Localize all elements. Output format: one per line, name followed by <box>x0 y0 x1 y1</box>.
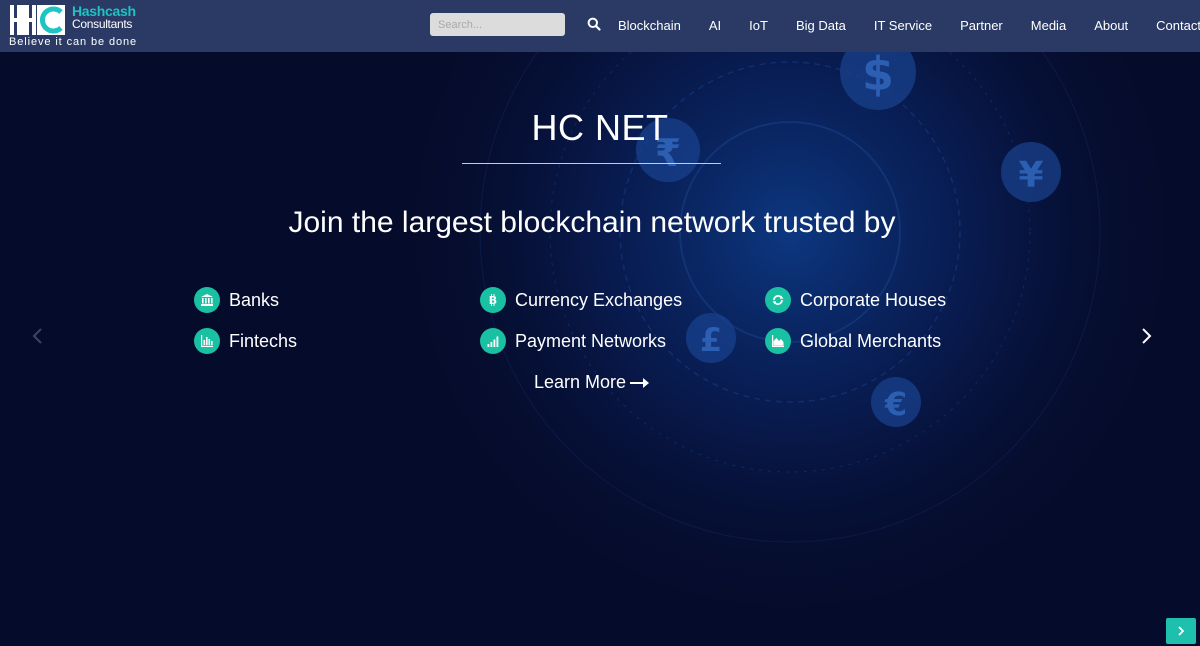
chat-toggle-button[interactable] <box>1166 618 1196 644</box>
nav-media[interactable]: Media <box>1017 0 1080 52</box>
hero-title: HC NET <box>531 107 669 148</box>
logo-subtitle: Consultants <box>72 17 133 31</box>
feature-banks: Banks <box>194 286 279 314</box>
feature-fintechs: Fintechs <box>194 327 297 355</box>
hero-subtitle: Join the largest blockchain network trus… <box>288 206 896 239</box>
search-icon[interactable] <box>587 17 601 31</box>
logo[interactable]: Hashcash Consultants Believe it can be d… <box>8 4 158 50</box>
hero-slider: $ ₹ ¥ £ € HC NET Join the largest blockc… <box>0 52 1200 646</box>
euro-symbol: € <box>884 385 907 423</box>
svg-text:B: B <box>489 294 497 307</box>
nav-blockchain[interactable]: Blockchain <box>604 0 695 52</box>
logo-tagline: Believe it can be done <box>9 36 138 48</box>
feature-global-merchants: Global Merchants <box>765 327 941 355</box>
bank-icon <box>194 287 220 313</box>
feature-label: Payment Networks <box>515 330 667 351</box>
arrow-right-icon <box>630 377 650 388</box>
slider-prev-icon[interactable] <box>30 326 46 346</box>
nav-partner[interactable]: Partner <box>946 0 1017 52</box>
feature-label: Corporate Houses <box>800 289 947 310</box>
nav-ai[interactable]: AI <box>695 0 735 52</box>
learn-more-link[interactable]: Learn More <box>534 372 650 393</box>
feature-corporate-houses: Corporate Houses <box>765 286 946 314</box>
learn-more-label: Learn More <box>534 372 627 392</box>
chevron-right-icon <box>1178 626 1185 636</box>
hc-logo-icon <box>10 5 65 35</box>
logo-brand: Hashcash <box>72 3 136 19</box>
site-header: Hashcash Consultants Believe it can be d… <box>0 0 1200 52</box>
feature-currency-exchanges: B Currency Exchanges <box>480 286 682 314</box>
slider-next-icon[interactable] <box>1138 326 1154 346</box>
nav-contact[interactable]: Contact <box>1142 0 1200 52</box>
bitcoin-icon: B <box>480 287 506 313</box>
nav-about[interactable]: About <box>1080 0 1142 52</box>
pound-symbol: £ <box>700 321 722 359</box>
search-input[interactable] <box>430 13 565 36</box>
feature-label: Currency Exchanges <box>515 289 683 310</box>
title-divider <box>462 163 721 164</box>
area-chart-icon <box>765 328 791 354</box>
refresh-icon <box>765 287 791 313</box>
feature-label: Banks <box>229 289 280 310</box>
nav-big-data[interactable]: Big Data <box>782 0 860 52</box>
nav-it-service[interactable]: IT Service <box>860 0 946 52</box>
yen-symbol: ¥ <box>1018 155 1043 196</box>
feature-label: Fintechs <box>229 330 298 351</box>
signal-icon <box>480 328 506 354</box>
dollar-symbol: $ <box>862 52 894 101</box>
feature-label: Global Merchants <box>800 330 942 351</box>
nav-iot[interactable]: IoT <box>735 0 782 52</box>
main-nav: Blockchain AI IoT Big Data IT Service Pa… <box>604 0 1200 52</box>
bar-chart-icon <box>194 328 220 354</box>
feature-payment-networks: Payment Networks <box>480 327 666 355</box>
